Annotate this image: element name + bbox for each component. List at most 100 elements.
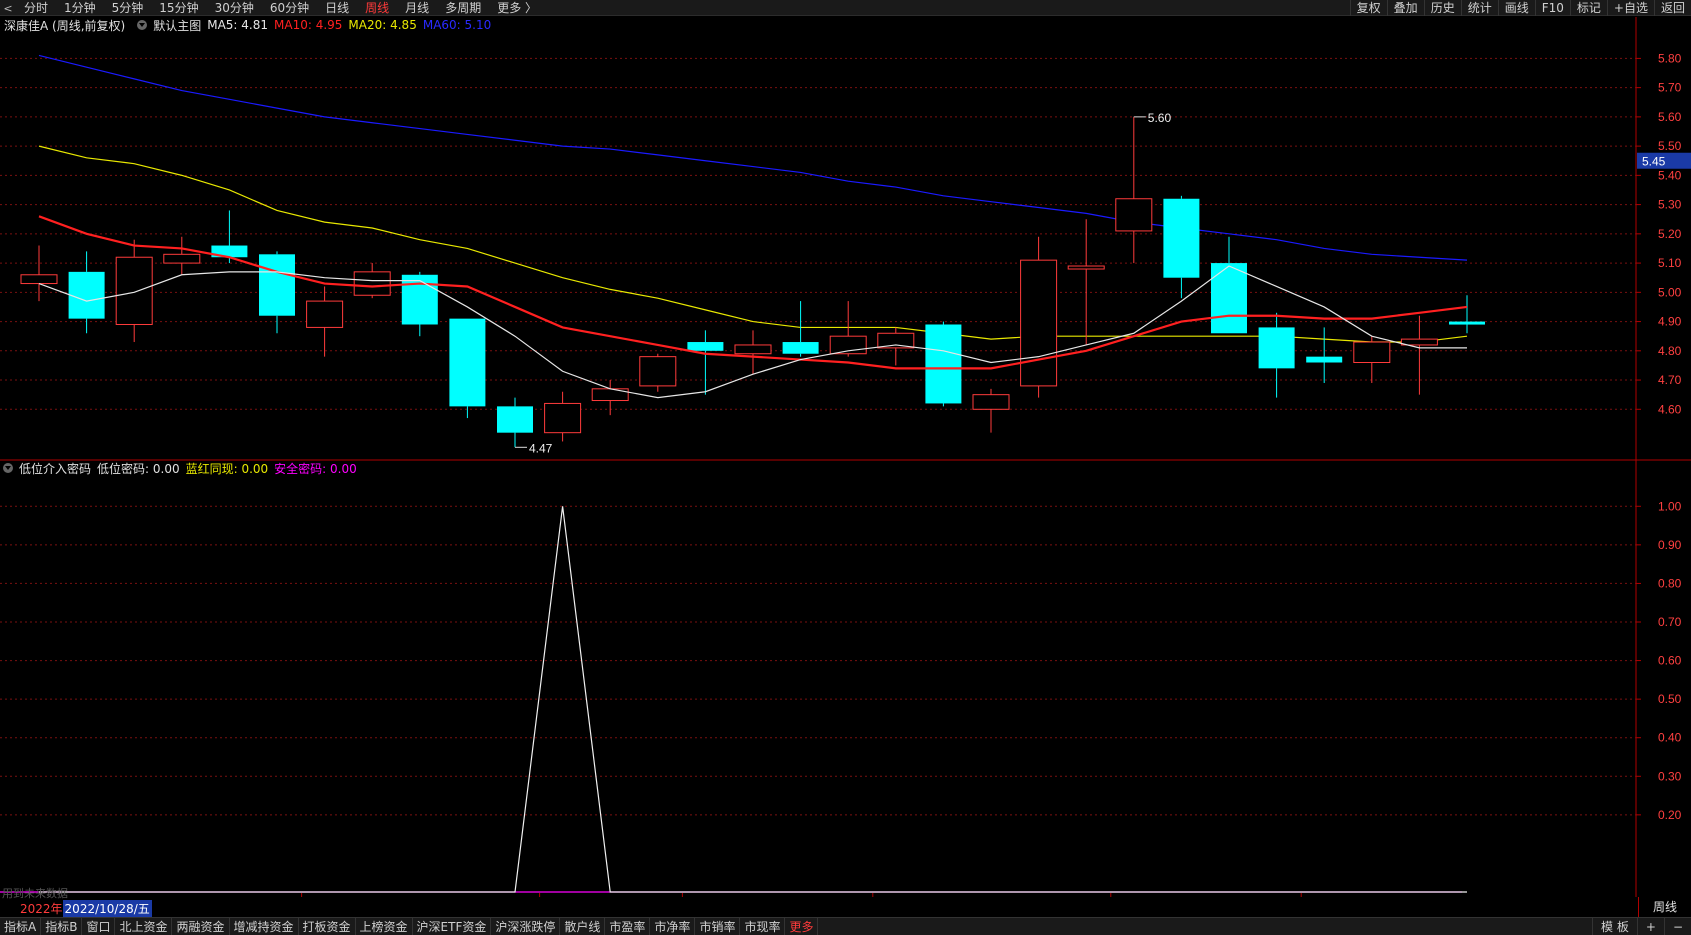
- y-tick-label: 4.60: [1658, 402, 1682, 416]
- indicator-y-tick-label: 0.80: [1658, 576, 1682, 590]
- candle-body-down: [449, 318, 486, 407]
- period-tab-6[interactable]: 日线: [317, 0, 357, 16]
- candle-body-down: [1163, 198, 1200, 278]
- bottom-tab-12[interactable]: 市净率: [650, 917, 696, 935]
- candle-body-up: [163, 253, 201, 264]
- ma60-line: [38, 54, 1468, 261]
- toolbar-action-1[interactable]: 叠加: [1386, 0, 1424, 16]
- indicator-y-tick-label: 0.20: [1658, 808, 1682, 822]
- bottom-tab-2[interactable]: 窗口: [82, 917, 116, 935]
- candle-body-up: [1067, 265, 1105, 270]
- candle-body-down: [782, 342, 819, 354]
- indicator-y-tick-label: 0.30: [1658, 769, 1682, 783]
- bottom-tab-14[interactable]: 市现率: [740, 917, 786, 935]
- bottom-tab-6[interactable]: 打板资金: [299, 917, 356, 935]
- toolbar-action-8[interactable]: 返回: [1653, 0, 1691, 16]
- indicator-y-tick-label: 1.00: [1658, 499, 1682, 513]
- indicator-y-tick-label: 0.70: [1658, 615, 1682, 629]
- bottom-control-1[interactable]: +: [1636, 918, 1664, 935]
- candle-body-down: [497, 406, 533, 433]
- y-tick-label: 5.30: [1658, 198, 1682, 212]
- candle-body-up: [877, 332, 915, 349]
- candle-body-down: [1258, 327, 1295, 369]
- bottom-tab-bar: 指标A 指标B 窗口 北上资金 两融资金 增减持资金 打板资金 上榜资金 沪深ETF资金 沪深涨跌…: [0, 917, 1691, 935]
- bottom-tab-15[interactable]: 更多: [785, 917, 819, 935]
- y-tick-label: 5.20: [1658, 227, 1682, 241]
- stock-chart-app: < 分时 1分钟 5分钟 15分钟 30分钟 60分钟 日线 周线 月线 多周期 更多 〉 复权 叠加…: [0, 0, 1691, 935]
- date-bar: 2022年 2022/10/28/五: [0, 899, 152, 917]
- current-price-label: 5.45: [1642, 155, 1666, 169]
- candle-body-up: [1400, 338, 1438, 346]
- x-tick-label: 12: [305, 896, 319, 897]
- bottom-tab-0[interactable]: 指标A: [0, 917, 42, 935]
- y-tick-label: 4.90: [1658, 315, 1682, 329]
- candle-body-up: [115, 256, 153, 325]
- period-tab-2[interactable]: 5分钟: [104, 0, 152, 16]
- candle-body-down: [401, 274, 438, 325]
- candle-body-down: [1211, 263, 1247, 334]
- candle-body-down: [1449, 321, 1485, 325]
- x-tick-label: 4: [1114, 896, 1121, 897]
- bottom-control-2[interactable]: −: [1663, 918, 1691, 935]
- y-tick-label: 5.60: [1658, 110, 1682, 124]
- current-date: 2022/10/28/五: [62, 899, 152, 917]
- bottom-tab-11[interactable]: 市盈率: [605, 917, 651, 935]
- toolbar-action-3[interactable]: 统计: [1460, 0, 1498, 16]
- bottom-tab-10[interactable]: 散户线: [560, 917, 606, 935]
- bottom-tab-8[interactable]: 沪深ETF资金: [413, 917, 492, 935]
- candle-body-up: [353, 271, 391, 296]
- candle-body-up: [1020, 259, 1058, 387]
- high-price-label: 5.60: [1148, 111, 1172, 125]
- y-tick-label: 5.50: [1658, 139, 1682, 153]
- period-tab-7[interactable]: 周线: [357, 0, 397, 16]
- toolbar-action-2[interactable]: 历史: [1423, 0, 1461, 16]
- bottom-tab-4[interactable]: 两融资金: [172, 917, 230, 935]
- period-tab-10[interactable]: 更多 〉: [489, 0, 545, 16]
- indicator-y-tick-label: 0.90: [1658, 538, 1682, 552]
- bottom-tab-3[interactable]: 北上资金: [115, 917, 173, 935]
- bottom-control-0[interactable]: 模 板: [1592, 918, 1637, 935]
- period-tab-4[interactable]: 30分钟: [207, 0, 262, 16]
- toolbar-action-7[interactable]: +自选: [1606, 0, 1654, 16]
- period-tab-9[interactable]: 多周期: [437, 0, 489, 16]
- kline-chart[interactable]: 5.80 5.70 5.60 5.50 5.40 5.30 5.20 5.10 5.00 4.90…: [0, 17, 1691, 897]
- y-tick-label: 4.80: [1658, 344, 1682, 358]
- x-tick-label: 2: [685, 896, 692, 897]
- period-tab-0[interactable]: 分时: [16, 0, 56, 16]
- ma20-line: [38, 145, 1468, 343]
- toolbar-action-0[interactable]: 复权: [1349, 0, 1387, 16]
- period-indicator[interactable]: 周线: [1638, 897, 1691, 917]
- candle-body-up: [306, 300, 344, 328]
- bottom-tab-1[interactable]: 指标B: [41, 917, 83, 935]
- toolbar-action-6[interactable]: 标记: [1569, 0, 1607, 16]
- back-arrow-icon[interactable]: <: [0, 2, 16, 15]
- period-tab-1[interactable]: 1分钟: [56, 0, 104, 16]
- y-tick-label: 4.70: [1658, 373, 1682, 387]
- candle-body-up: [972, 394, 1010, 410]
- indicator-y-tick-label: 0.40: [1658, 731, 1682, 745]
- candle-body-down: [1306, 356, 1343, 363]
- y-tick-label: 5.10: [1658, 256, 1682, 270]
- x-tick-label: 1: [543, 896, 550, 897]
- x-tick-label: 3: [876, 896, 883, 897]
- period-tab-8[interactable]: 月线: [397, 0, 437, 16]
- candle-body-down: [68, 271, 105, 319]
- candle-body-up: [1115, 198, 1153, 232]
- indicator-y-tick-label: 0.60: [1658, 654, 1682, 668]
- period-tab-3[interactable]: 15分钟: [151, 0, 206, 16]
- y-tick-label: 5.00: [1658, 285, 1682, 299]
- period-tab-5[interactable]: 60分钟: [262, 0, 317, 16]
- y-tick-label: 5.80: [1658, 51, 1682, 65]
- candle-body-up: [1353, 341, 1391, 364]
- bottom-tab-7[interactable]: 上榜资金: [356, 917, 413, 935]
- toolbar-action-4[interactable]: 画线: [1497, 0, 1535, 16]
- indicator-line: [39, 506, 1467, 893]
- indicator-y-tick-label: 0.50: [1658, 692, 1682, 706]
- bottom-tab-13[interactable]: 市销率: [695, 917, 741, 935]
- candle-body-down: [687, 342, 724, 351]
- candle-body-up: [20, 274, 58, 285]
- toolbar-action-5[interactable]: F10: [1534, 0, 1570, 16]
- bottom-tab-5[interactable]: 增减持资金: [230, 917, 299, 935]
- bottom-tab-9[interactable]: 沪深涨跌停: [491, 917, 561, 935]
- low-price-label: 4.47: [529, 441, 553, 455]
